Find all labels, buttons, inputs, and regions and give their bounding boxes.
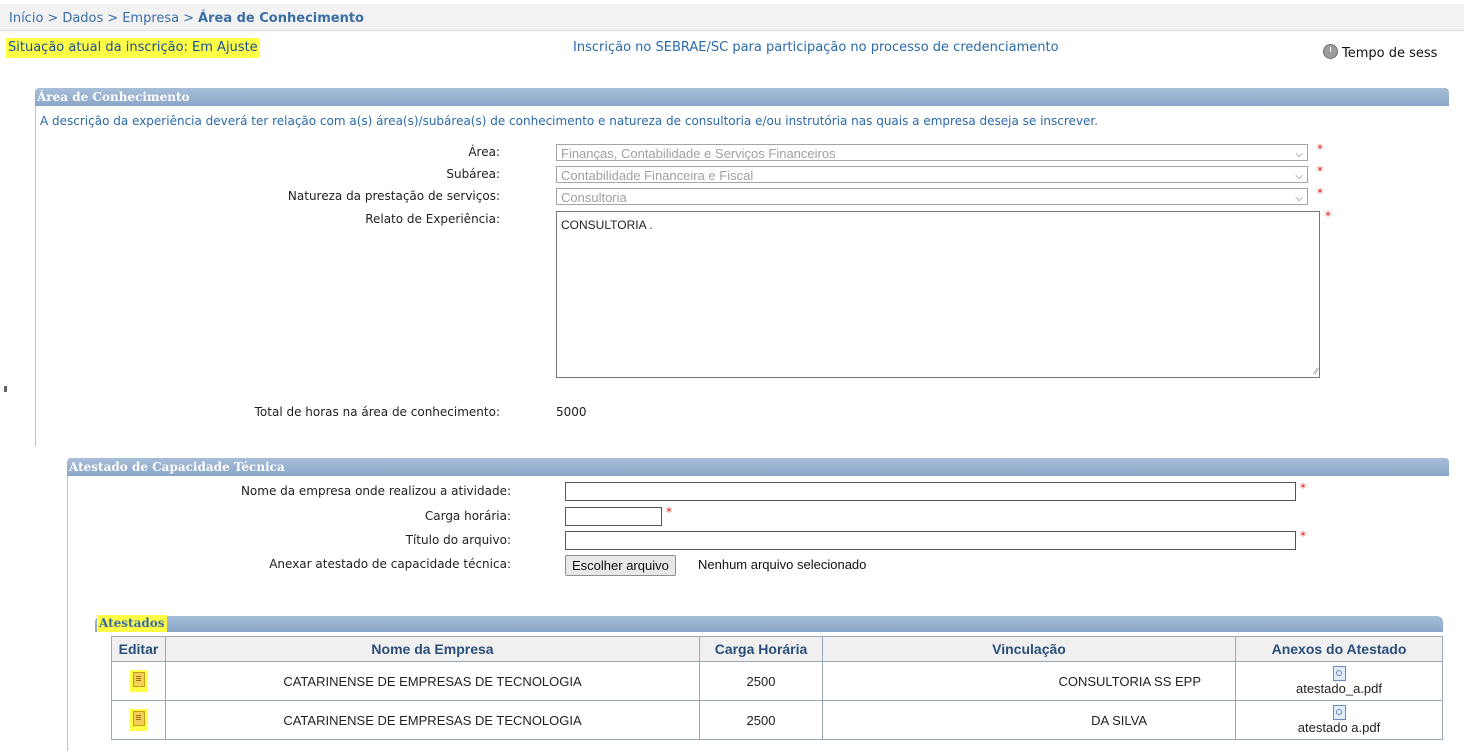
atestados-table-header-bar <box>95 616 1443 632</box>
anexo-link[interactable]: atestado_a.pdf <box>1296 681 1382 696</box>
area-section-title: Área de Conhecimento <box>37 90 190 104</box>
column-header-anexos: Anexos do Atestado <box>1235 636 1443 662</box>
edit-icon <box>132 711 145 726</box>
column-header-editar: Editar <box>111 636 166 662</box>
edit-button[interactable] <box>129 709 148 731</box>
breadcrumb-current: Área de Conhecimento <box>198 11 364 26</box>
column-header-vinculacao: Vinculação <box>822 636 1236 662</box>
required-mark: * <box>1317 164 1323 178</box>
atestados-table-title: Atestados <box>97 615 167 632</box>
area-label: Área: <box>468 145 500 159</box>
area-section-header: Área de Conhecimento <box>35 88 1449 106</box>
empresa-cell: CATARINENSE DE EMPRESAS DE TECNOLOGIA <box>165 700 700 740</box>
natureza-label: Natureza da prestação de serviços: <box>287 189 500 203</box>
breadcrumb-separator: > <box>183 11 195 26</box>
area-select-value: Finanças, Contabilidade e Serviços Finan… <box>561 146 836 161</box>
relato-label: Relato de Experiência: <box>365 212 500 226</box>
carga-cell: 2500 <box>699 700 823 740</box>
total-hours-label: Total de horas na área de conhecimento: <box>254 405 500 419</box>
vinculacao-cell: CONSULTORIA SS EPP <box>822 661 1236 701</box>
anexo-cell: atestado a.pdf <box>1235 700 1443 740</box>
empresa-label: Nome da empresa onde realizou a atividad… <box>240 484 511 498</box>
breadcrumb-dados[interactable]: Dados <box>62 11 103 26</box>
area-section-frame <box>35 106 36 446</box>
chevron-down-icon: ⌵ <box>1295 193 1303 204</box>
column-header-nome-empresa: Nome da Empresa <box>165 636 700 662</box>
file-status: Nenhum arquivo selecionado <box>698 557 867 572</box>
atestado-section-frame <box>67 476 68 751</box>
required-mark: * <box>666 505 672 519</box>
registration-status: Situação atual da inscrição: Em Ajuste <box>6 38 260 58</box>
empresa-cell: CATARINENSE DE EMPRESAS DE TECNOLOGIA <box>165 661 700 701</box>
edit-cell <box>111 661 166 701</box>
atestados-table: Editar Nome da Empresa Carga Horária Vin… <box>111 636 1443 740</box>
anexar-label: Anexar atestado de capacidade técnica: <box>269 557 511 571</box>
subarea-select[interactable]: Contabilidade Financeira e Fiscal ⌵ <box>556 166 1308 183</box>
choose-file-button[interactable]: Escolher arquivo <box>565 555 676 576</box>
document-icon[interactable] <box>1332 705 1346 720</box>
session-label: Tempo de sess <box>1342 46 1438 61</box>
required-mark: * <box>1317 142 1323 156</box>
natureza-select[interactable]: Consultoria ⌵ <box>556 188 1308 205</box>
carga-cell: 2500 <box>699 661 823 701</box>
required-mark: * <box>1300 529 1306 543</box>
required-mark: * <box>1317 186 1323 200</box>
anexo-cell: atestado_a.pdf <box>1235 661 1443 701</box>
relato-text: CONSULTORIA . <box>561 218 653 232</box>
clock-icon <box>1323 44 1338 59</box>
chevron-down-icon: ⌵ <box>1295 171 1303 182</box>
relato-textarea[interactable]: CONSULTORIA . ∕∕ <box>556 211 1320 378</box>
edit-button[interactable] <box>129 670 148 692</box>
breadcrumb-separator: > <box>107 11 119 26</box>
session-timer: Tempo de sess <box>1323 44 1437 61</box>
required-mark: * <box>1325 209 1331 223</box>
atestado-section-header: Atestado de Capacidade Técnica <box>67 458 1449 476</box>
edit-icon <box>132 672 145 687</box>
vinculacao-cell: DA SILVA <box>822 700 1236 740</box>
anexo-link[interactable]: atestado a.pdf <box>1298 720 1380 735</box>
empresa-input[interactable] <box>565 482 1296 501</box>
table-row: CATARINENSE DE EMPRESAS DE TECNOLOGIA 25… <box>111 700 1443 740</box>
titulo-input[interactable] <box>565 531 1296 550</box>
breadcrumb-separator: > <box>47 11 59 26</box>
document-icon[interactable] <box>1332 666 1346 681</box>
resize-handle-icon[interactable]: ∕∕ <box>1315 366 1318 376</box>
scroll-marker <box>4 386 7 392</box>
carga-label: Carga horária: <box>424 509 511 523</box>
table-header-row: Editar Nome da Empresa Carga Horária Vin… <box>111 636 1443 662</box>
atestado-section-title: Atestado de Capacidade Técnica <box>69 460 285 474</box>
breadcrumb-inicio[interactable]: Início <box>9 11 43 26</box>
total-hours-value: 5000 <box>556 405 587 419</box>
breadcrumb-empresa[interactable]: Empresa <box>122 11 179 26</box>
breadcrumb: Início > Dados > Empresa > Área de Conheciment… <box>0 4 1464 31</box>
subarea-label: Subárea: <box>446 167 500 181</box>
area-select[interactable]: Finanças, Contabilidade e Serviços Finan… <box>556 144 1308 161</box>
carga-input[interactable] <box>565 507 662 526</box>
titulo-label: Título do arquivo: <box>405 533 511 547</box>
chevron-down-icon: ⌵ <box>1295 149 1303 160</box>
required-mark: * <box>1300 481 1306 495</box>
area-description: A descrição da experiência deverá ter re… <box>40 114 1099 128</box>
subarea-select-value: Contabilidade Financeira e Fiscal <box>561 168 754 183</box>
natureza-select-value: Consultoria <box>561 190 627 205</box>
column-header-carga-horaria: Carga Horária <box>699 636 823 662</box>
table-row: CATARINENSE DE EMPRESAS DE TECNOLOGIA 25… <box>111 661 1443 701</box>
edit-cell <box>111 700 166 740</box>
page-subtitle: Inscrição no SEBRAE/SC para participação… <box>573 40 1059 55</box>
